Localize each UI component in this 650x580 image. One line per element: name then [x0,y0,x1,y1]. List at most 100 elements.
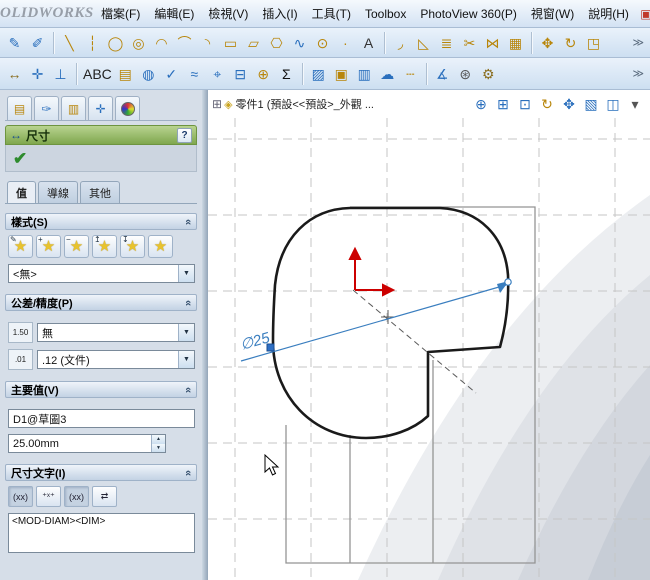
construction-line[interactable] [352,289,477,394]
zoom-in-out-icon[interactable]: ⊕ [470,93,492,115]
chevron-down-icon[interactable]: ▼ [178,324,194,341]
center-mark-icon[interactable]: ⊕ [252,62,275,86]
section-tolerance-header[interactable]: 公差/精度(P) « [5,294,197,311]
measure-icon[interactable]: ∡ [431,62,454,86]
menu-item[interactable]: 檔案(F) [94,1,147,26]
appearances-tab[interactable] [115,96,140,120]
datum-feature-icon[interactable]: ⊟ [229,62,252,86]
circle-tool-icon[interactable]: ◯ [104,31,127,55]
dimxpertmanager-tab-icon[interactable]: ✛ [88,96,113,120]
rectangle-tool-icon[interactable]: ▭ [219,31,242,55]
tab-other[interactable]: 其他 [80,181,120,203]
balloon-icon[interactable]: ◍ [137,62,160,86]
spline-tool-icon[interactable]: ∿ [288,31,311,55]
section-view-icon[interactable]: ◫ [602,93,624,115]
revision-cloud-icon[interactable]: ☁ [376,62,399,86]
tree-expand-icon[interactable]: ⊞ [212,97,222,111]
menu-item[interactable]: Toolbox [358,3,413,25]
centerline-annotation-icon[interactable]: ┄ [399,62,422,86]
tangent-arc-tool-icon[interactable]: ⌒ [173,31,196,55]
flip-arrows-button[interactable]: ⇄ [92,486,117,507]
section-dimension-text-header[interactable]: 尺寸文字(I) « [5,464,197,481]
ok-button[interactable]: ✔ [13,150,27,167]
view-orientation-icon[interactable]: ▧ [580,93,602,115]
sketch-icon[interactable]: ✎ [3,31,26,55]
resources-icon[interactable]: ▣ [636,4,650,24]
model-items-icon[interactable]: ✛ [26,62,49,86]
zoom-to-area-icon[interactable]: ⊡ [514,93,536,115]
point-tool-icon[interactable]: ∙ [334,31,357,55]
dimension-value-field[interactable]: 25.00mm ▲ ▼ [8,434,166,453]
rotate-view-icon[interactable]: ↻ [536,93,558,115]
surface-finish-icon[interactable]: ✓ [160,62,183,86]
menu-item[interactable]: 編輯(E) [147,1,201,26]
sketch-canvas[interactable]: ∅25 [208,118,650,580]
dimension-text-solid-button[interactable]: (xx) [64,486,89,507]
sketch-pattern-tool-icon[interactable]: ▦ [504,31,527,55]
centerpoint-arc-tool-icon[interactable]: ◠ [150,31,173,55]
sketch-svg[interactable]: ∅25 [208,118,650,580]
add-style-button[interactable]: ★ + [36,235,61,258]
dimension-name-field[interactable]: D1@草圖3 [8,409,195,428]
sketch-text-tool-icon[interactable]: A [357,31,380,55]
pan-icon[interactable]: ✥ [558,93,580,115]
area-hatch-icon[interactable]: ▨ [307,62,330,86]
scale-entities-tool-icon[interactable]: ◳ [582,31,605,55]
centerline-tool-icon[interactable]: ┆ [81,31,104,55]
apply-default-style-button[interactable]: ★ ✎ [8,235,33,258]
section-primary-value-header[interactable]: 主要值(V) « [5,381,197,398]
offset-entities-tool-icon[interactable]: ≣ [435,31,458,55]
dimension-text-offset-button[interactable]: ⁺ˣ⁺ [36,486,61,507]
style-favorite-button[interactable]: ★ [148,235,173,258]
menu-item[interactable]: 插入(I) [255,1,304,26]
spinner-up-icon[interactable]: ▲ [152,435,165,444]
delete-style-button[interactable]: ★ − [64,235,89,258]
smart-dimension-icon[interactable]: ↔ [3,62,26,86]
dimension-text-area[interactable]: <MOD-DIAM><DIM> [8,513,195,553]
featuremanager-tab-icon[interactable]: ▤ [7,96,32,120]
move-entities-tool-icon[interactable]: ✥ [536,31,559,55]
style-dropdown[interactable]: <無> ▼ [8,264,195,283]
mirror-entities-tool-icon[interactable]: ⋈ [481,31,504,55]
section-style-header[interactable]: 樣式(S) « [5,213,197,230]
polygon-tool-icon[interactable]: ⎔ [265,31,288,55]
line-tool-icon[interactable]: ╲ [58,31,81,55]
spinner-down-icon[interactable]: ▼ [152,443,165,452]
tab-leaders[interactable]: 導線 [38,181,78,203]
menu-item[interactable]: PhotoView 360(P) [413,3,524,25]
configurationmanager-tab-icon[interactable]: ▥ [61,96,86,120]
help-button[interactable]: ? [177,127,192,143]
parallelogram-tool-icon[interactable]: ▱ [242,31,265,55]
precision-dropdown[interactable]: .12 (文件) ▼ [37,350,195,369]
weld-symbol-icon[interactable]: ≈ [183,62,206,86]
tables-icon[interactable]: ▥ [353,62,376,86]
3d-sketch-icon[interactable]: ✐ [26,31,49,55]
toolbar-overflow-icon[interactable]: ≫ [629,67,647,80]
trim-entities-tool-icon[interactable]: ✂ [458,31,481,55]
geometric-tolerance-icon[interactable]: ⌖ [206,62,229,86]
menu-item[interactable]: 說明(H) [581,1,636,26]
ellipse-tool-icon[interactable]: ⊙ [311,31,334,55]
spell-checker-icon[interactable]: ABC [81,62,114,86]
tolerance-type-dropdown[interactable]: 無 ▼ [37,323,195,342]
blocks-icon[interactable]: ▣ [330,62,353,86]
three-point-arc-tool-icon[interactable]: ◝ [196,31,219,55]
zoom-to-fit-icon[interactable]: ⊞ [492,93,514,115]
value-spinner[interactable]: ▲ ▼ [151,435,165,452]
menu-item[interactable]: 工具(T) [305,1,358,26]
view-settings-icon[interactable]: ▾ [624,93,646,115]
sketch-chamfer-tool-icon[interactable]: ◺ [412,31,435,55]
mass-properties-icon[interactable]: ⊛ [454,62,477,86]
note-icon[interactable]: ▤ [114,62,137,86]
perimeter-circle-tool-icon[interactable]: ◎ [127,31,150,55]
dimension-text-center-button[interactable]: (xx) [8,486,33,507]
save-style-button[interactable]: ★ ↥ [92,235,117,258]
add-relation-icon[interactable]: ⊥ [49,62,72,86]
tab-value[interactable]: 值 [7,181,36,203]
chevron-down-icon[interactable]: ▼ [178,265,194,282]
menu-item[interactable]: 視窗(W) [524,1,581,26]
sketch-fillet-tool-icon[interactable]: ◞ [389,31,412,55]
equations-icon[interactable]: Σ [275,62,298,86]
toolbar-overflow-icon[interactable]: ≫ [629,36,647,49]
options-icon[interactable]: ⚙ [477,62,500,86]
